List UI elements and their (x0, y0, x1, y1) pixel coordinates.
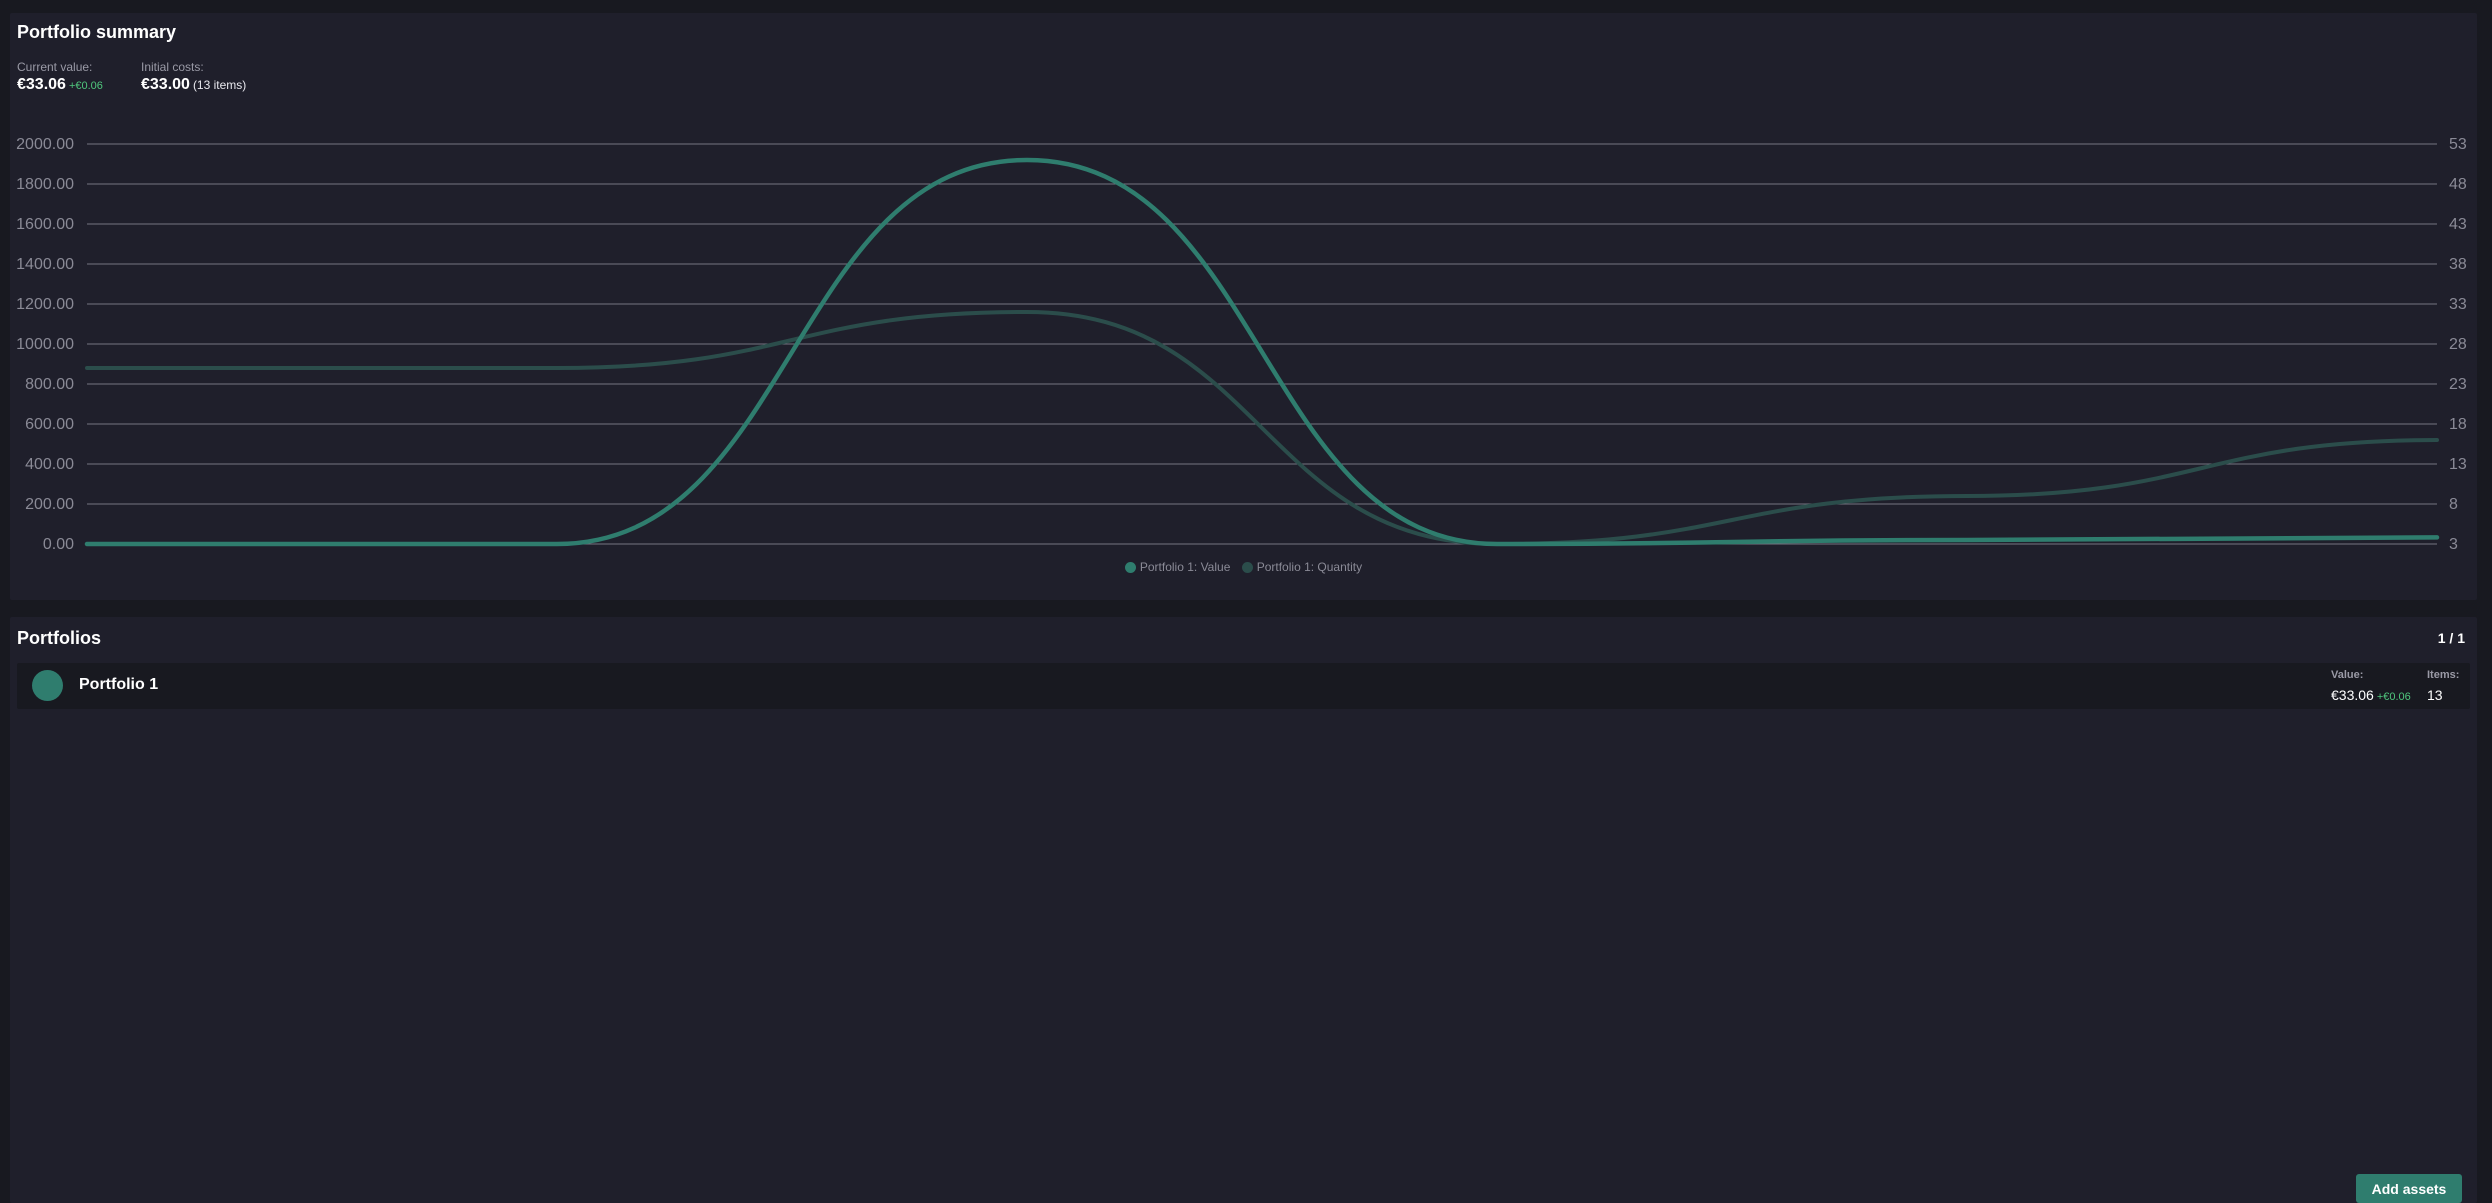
legend-label-quantity: Portfolio 1: Quantity (1256, 560, 1363, 574)
right-tick-label: 53 (2449, 136, 2467, 153)
right-tick-label: 23 (2449, 376, 2467, 393)
right-tick-label: 48 (2449, 176, 2467, 193)
chart-legend: Portfolio 1: Value Portfolio 1: Quantity (10, 560, 2477, 576)
legend-dot-value (1124, 561, 1136, 573)
left-tick-label: 1600.00 (16, 216, 74, 233)
portfolio-chart: 0.00 200.00 400.00 600.00 800.00 1000.00 1200.… (16, 136, 2467, 553)
left-tick-label: 2000.00 (16, 136, 74, 153)
portfolio-value-label: Value: (2331, 669, 2364, 681)
portfolios-title: Portfolios (17, 628, 101, 648)
left-axis: 0.00 200.00 400.00 600.00 800.00 1000.00 1200.… (16, 136, 74, 553)
series-line-quantity (85, 309, 2439, 547)
chart-grid (87, 143, 2437, 545)
chart-series (84, 157, 2440, 547)
right-tick-label: 3 (2449, 536, 2458, 553)
right-tick-label: 13 (2449, 456, 2467, 473)
portfolio-items-label: Items: (2427, 669, 2460, 681)
right-tick-label: 43 (2449, 216, 2467, 233)
legend-label-value: Portfolio 1: Value (1139, 560, 1231, 574)
portfolio-value-amount: €33.06 (2331, 687, 2374, 703)
left-tick-label: 1800.00 (16, 176, 74, 193)
right-tick-label: 38 (2449, 256, 2467, 273)
add-assets-button[interactable]: Add assets (2356, 1174, 2462, 1203)
portfolio-name: Portfolio 1 (79, 676, 159, 693)
portfolio-items-count: 13 (2427, 687, 2443, 703)
page-count: 1 / 1 (2437, 630, 2465, 646)
portfolio-row[interactable]: Portfolio 1 Value: €33.06 +€0.06 Items: 1… (17, 663, 2470, 709)
portfolios-panel: Portfolios 1 / 1 Portfolio 1 Value: €33.… (10, 617, 2477, 1203)
right-tick-label: 8 (2449, 496, 2458, 513)
left-tick-label: 400.00 (25, 456, 74, 473)
portfolio-value-delta: +€0.06 (2376, 691, 2411, 703)
left-tick-label: 800.00 (25, 376, 74, 393)
left-tick-label: 1000.00 (16, 336, 74, 353)
right-tick-label: 18 (2449, 416, 2467, 433)
portfolio-value: €33.06 +€0.06 (2331, 687, 2411, 703)
left-tick-label: 0.00 (43, 536, 74, 553)
left-tick-label: 1200.00 (16, 296, 74, 313)
left-tick-label: 200.00 (25, 496, 74, 513)
legend-dot-quantity (1241, 561, 1253, 573)
legend-item-value[interactable]: Portfolio 1: Value (1124, 560, 1231, 574)
right-tick-label: 28 (2449, 336, 2467, 353)
portfolio-summary-panel: Portfolio summary Current value: €33.06 +… (10, 13, 2477, 600)
legend-item-quantity[interactable]: Portfolio 1: Quantity (1241, 560, 1363, 574)
right-axis: 38131823283338434853 (2449, 136, 2467, 553)
right-tick-label: 33 (2449, 296, 2467, 313)
left-tick-label: 1400.00 (16, 256, 74, 273)
portfolio-avatar (32, 670, 63, 701)
left-tick-label: 600.00 (25, 416, 74, 433)
series-line-value (84, 157, 2440, 547)
